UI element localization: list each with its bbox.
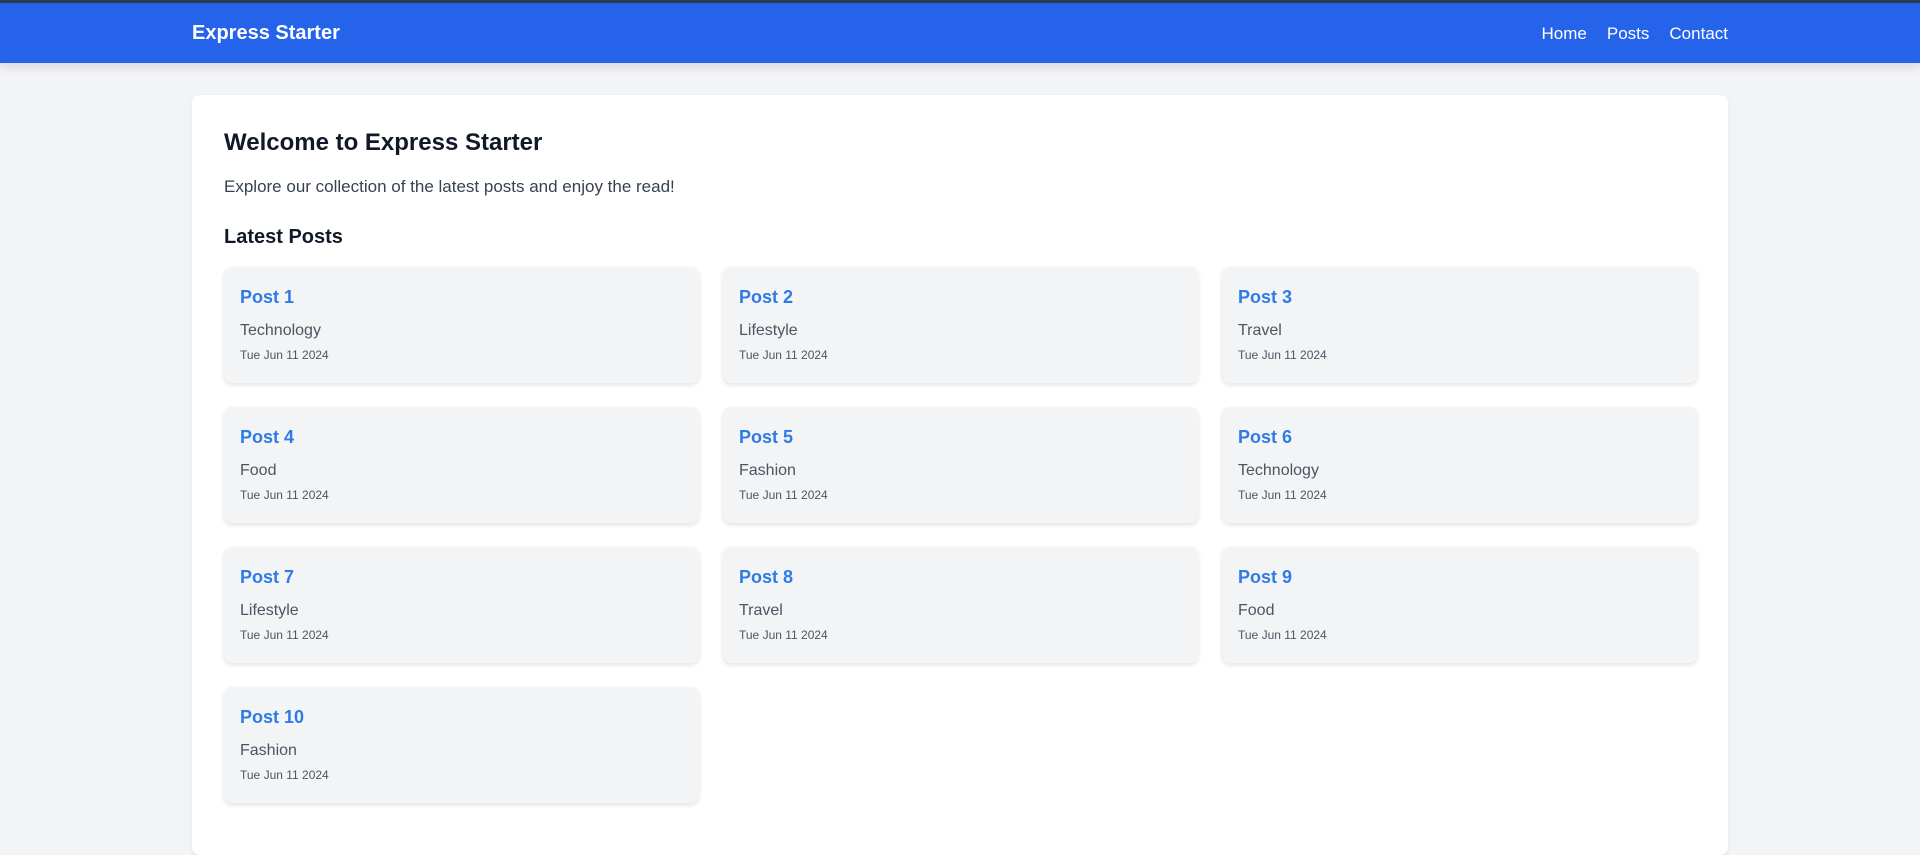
post-date: Tue Jun 11 2024	[240, 348, 329, 362]
main-content-card: Welcome to Express Starter Explore our c…	[192, 95, 1728, 855]
post-title-link[interactable]: Post 4	[240, 427, 683, 448]
post-date: Tue Jun 11 2024	[1238, 348, 1327, 362]
page-title: Welcome to Express Starter	[224, 129, 543, 156]
nav-link-posts[interactable]: Posts	[1607, 24, 1650, 44]
nav-link-home[interactable]: Home	[1542, 24, 1587, 44]
intro-text: Explore our collection of the latest pos…	[224, 177, 675, 196]
post-date: Tue Jun 11 2024	[240, 488, 329, 502]
main-nav: Home Posts Contact	[1542, 24, 1728, 44]
post-category: Fashion	[240, 742, 297, 759]
post-card[interactable]: Post 4 Food Tue Jun 11 2024	[224, 407, 699, 523]
post-title-link[interactable]: Post 7	[240, 567, 683, 588]
section-title-latest-posts: Latest Posts	[224, 226, 343, 248]
post-title-link[interactable]: Post 10	[240, 707, 683, 728]
post-title-link[interactable]: Post 1	[240, 287, 683, 308]
post-title-link[interactable]: Post 3	[1238, 287, 1681, 308]
post-category: Lifestyle	[240, 602, 299, 619]
post-category: Travel	[739, 602, 783, 619]
post-card[interactable]: Post 1 Technology Tue Jun 11 2024	[224, 267, 699, 383]
post-card[interactable]: Post 6 Technology Tue Jun 11 2024	[1222, 407, 1697, 523]
post-date: Tue Jun 11 2024	[739, 348, 828, 362]
brand-link[interactable]: Express Starter	[192, 22, 340, 45]
post-title-link[interactable]: Post 2	[739, 287, 1182, 308]
post-title-link[interactable]: Post 9	[1238, 567, 1681, 588]
post-card[interactable]: Post 8 Travel Tue Jun 11 2024	[723, 547, 1198, 663]
post-category: Lifestyle	[739, 322, 798, 339]
post-date: Tue Jun 11 2024	[240, 768, 329, 782]
post-date: Tue Jun 11 2024	[240, 628, 329, 642]
post-category: Food	[1238, 602, 1275, 619]
post-date: Tue Jun 11 2024	[1238, 488, 1327, 502]
post-card[interactable]: Post 2 Lifestyle Tue Jun 11 2024	[723, 267, 1198, 383]
post-title-link[interactable]: Post 6	[1238, 427, 1681, 448]
post-category: Fashion	[739, 462, 796, 479]
post-title-link[interactable]: Post 8	[739, 567, 1182, 588]
post-date: Tue Jun 11 2024	[739, 628, 828, 642]
post-card[interactable]: Post 10 Fashion Tue Jun 11 2024	[224, 687, 699, 803]
post-title-link[interactable]: Post 5	[739, 427, 1182, 448]
posts-grid: Post 1 Technology Tue Jun 11 2024 Post 2…	[224, 267, 1697, 803]
post-card[interactable]: Post 3 Travel Tue Jun 11 2024	[1222, 267, 1697, 383]
post-date: Tue Jun 11 2024	[739, 488, 828, 502]
post-card[interactable]: Post 5 Fashion Tue Jun 11 2024	[723, 407, 1198, 523]
post-category: Technology	[1238, 462, 1319, 479]
post-category: Technology	[240, 322, 321, 339]
post-card[interactable]: Post 9 Food Tue Jun 11 2024	[1222, 547, 1697, 663]
post-card[interactable]: Post 7 Lifestyle Tue Jun 11 2024	[224, 547, 699, 663]
nav-link-contact[interactable]: Contact	[1669, 24, 1728, 44]
post-category: Food	[240, 462, 277, 479]
post-date: Tue Jun 11 2024	[1238, 628, 1327, 642]
post-category: Travel	[1238, 322, 1282, 339]
top-navbar: Express Starter Home Posts Contact	[0, 0, 1920, 63]
